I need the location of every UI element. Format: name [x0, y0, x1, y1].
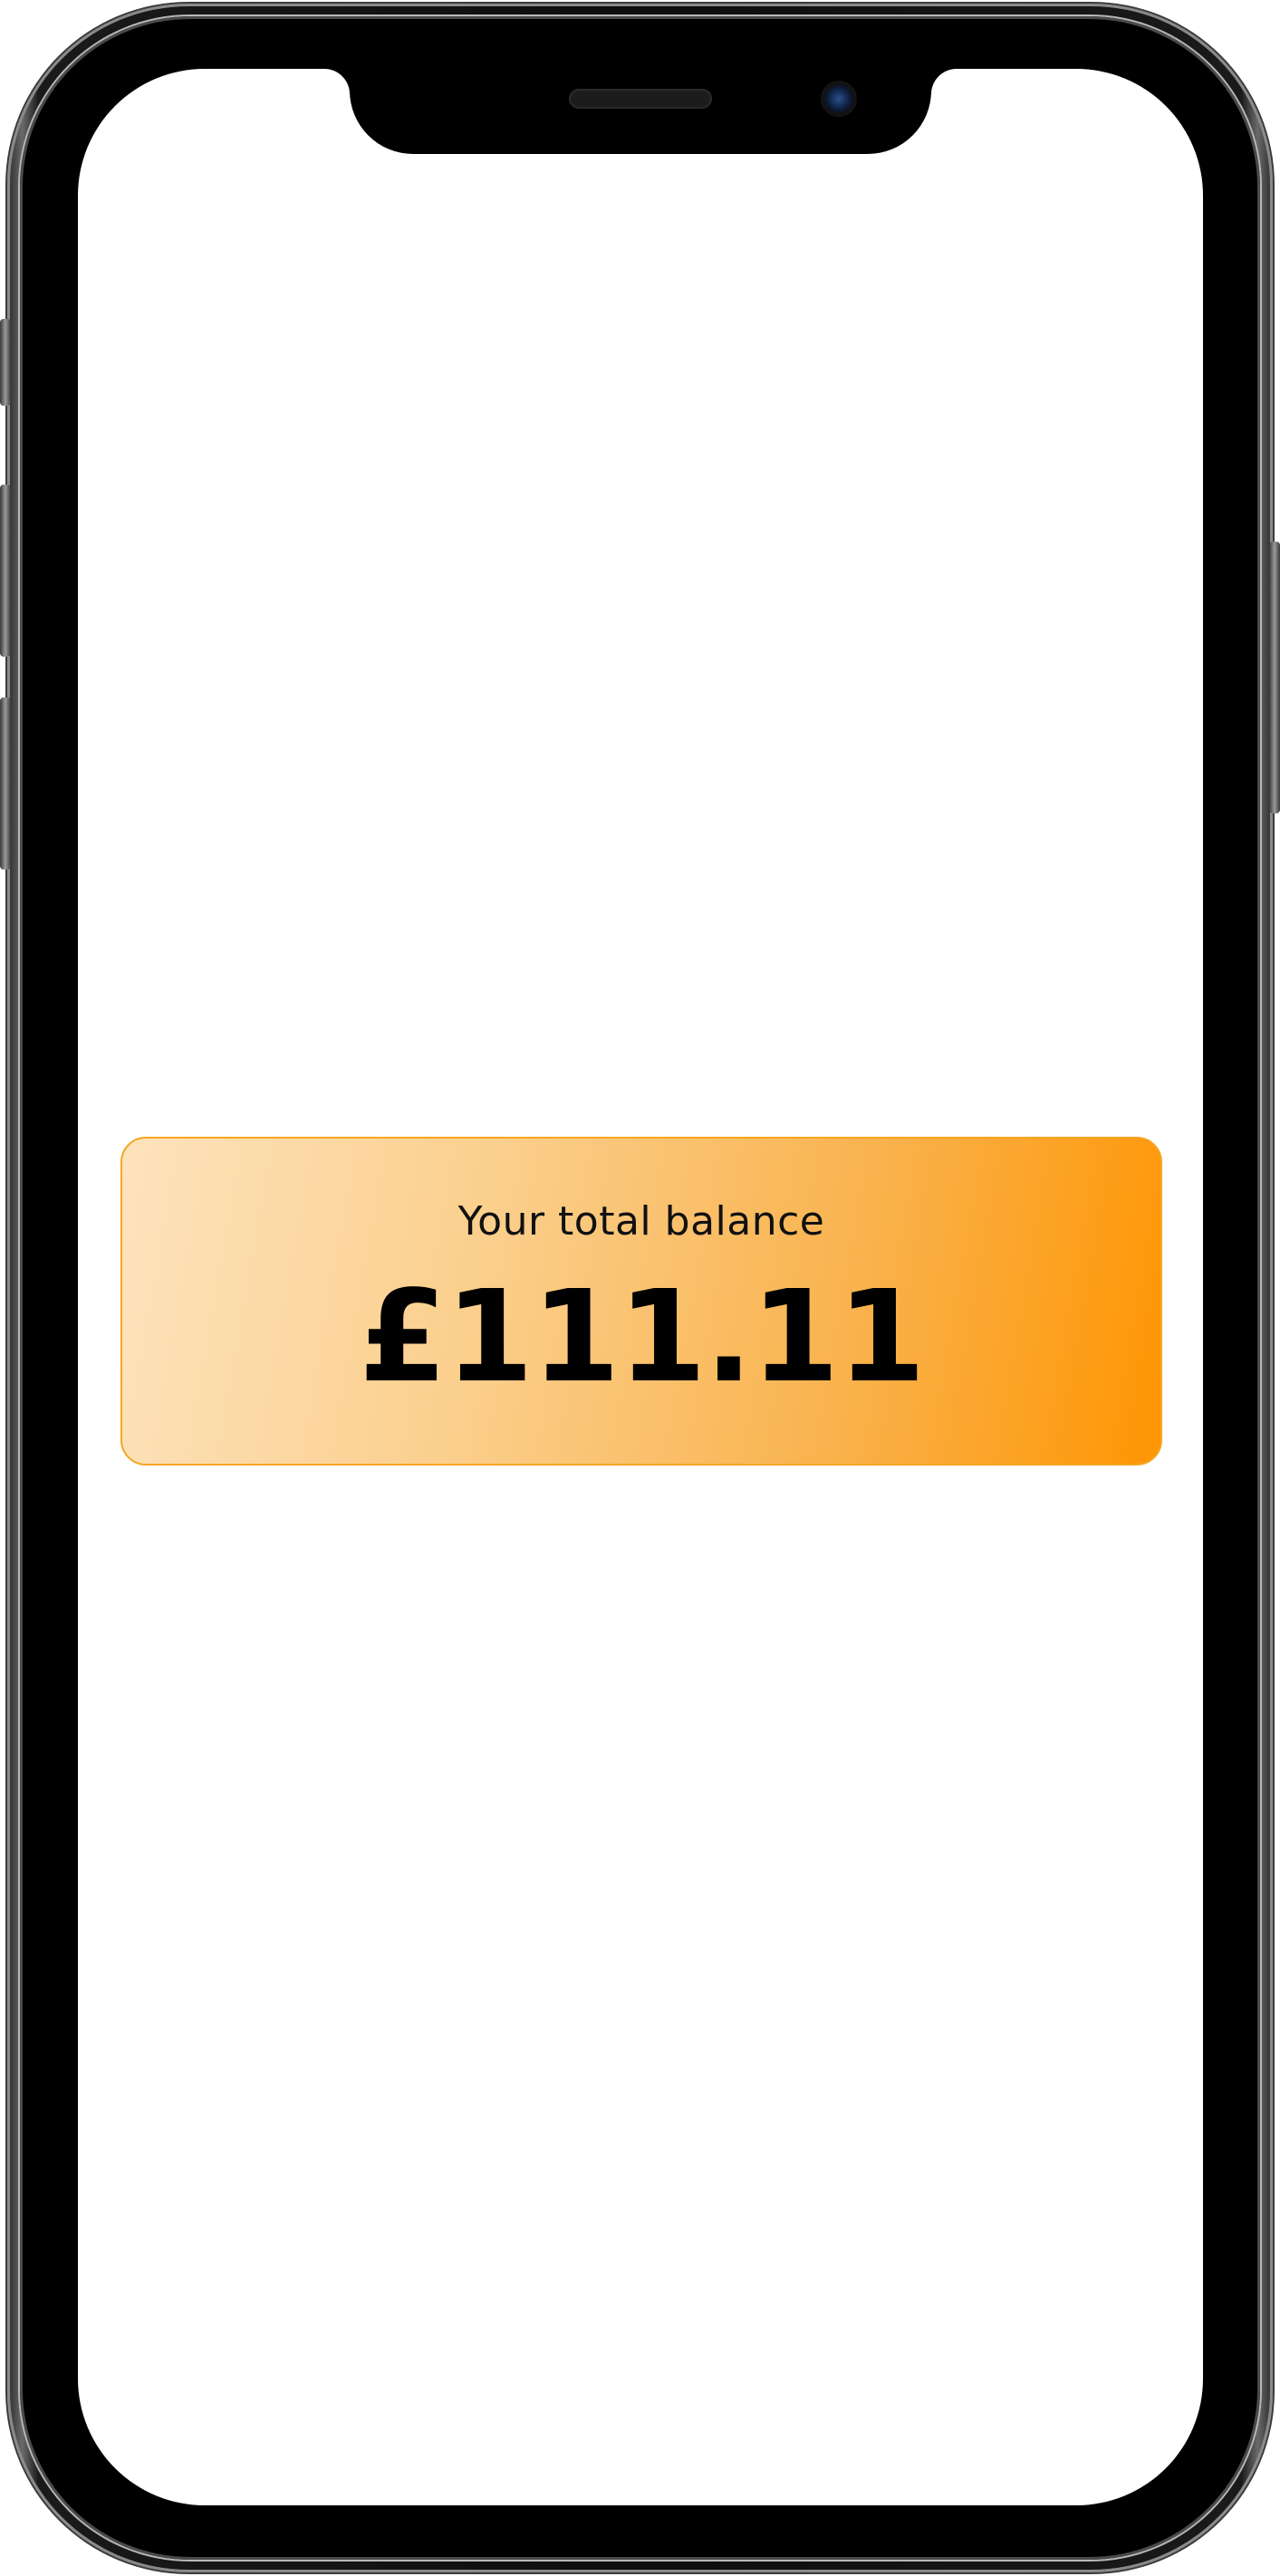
balance-card[interactable]: Your total balance £111.11 — [120, 1137, 1162, 1466]
balance-amount: £111.11 — [359, 1264, 926, 1411]
silent-switch — [0, 319, 11, 406]
notch — [350, 69, 931, 154]
power-button — [1269, 542, 1280, 813]
balance-label: Your total balance — [457, 1198, 825, 1245]
phone-screen: Your total balance £111.11 — [78, 69, 1203, 2505]
front-camera-icon — [821, 81, 857, 117]
volume-down-button — [0, 697, 11, 870]
volume-up-button — [0, 485, 11, 657]
speaker-icon — [569, 89, 712, 109]
